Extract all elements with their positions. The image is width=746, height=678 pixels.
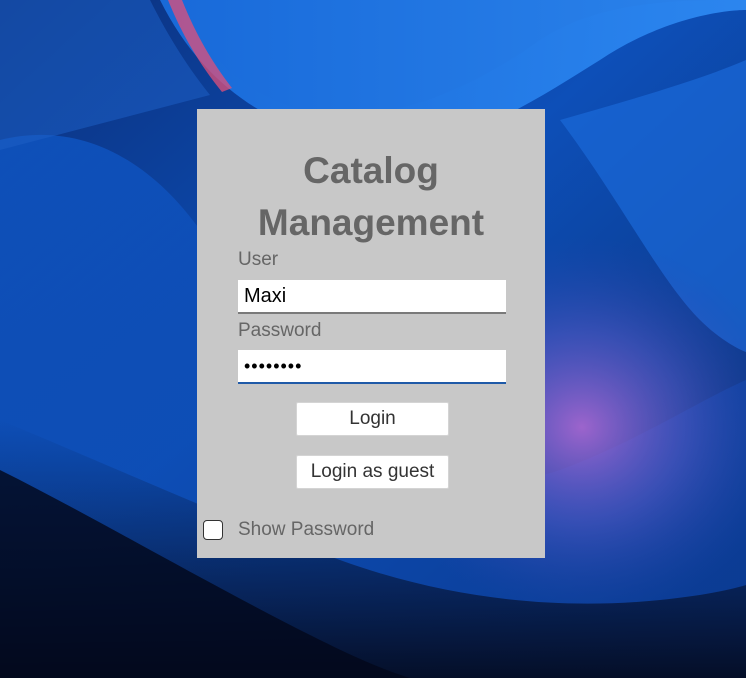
password-input[interactable] bbox=[238, 350, 506, 384]
login-dialog: Catalog Management User Password Login L… bbox=[197, 109, 545, 558]
checkbox-icon[interactable] bbox=[203, 520, 223, 540]
login-as-guest-button[interactable]: Login as guest bbox=[296, 455, 449, 489]
user-input[interactable] bbox=[238, 280, 506, 314]
show-password-checkbox[interactable]: Show Password bbox=[203, 517, 374, 543]
app-title: Catalog Management bbox=[257, 150, 485, 243]
desktop: Catalog Management User Password Login L… bbox=[0, 0, 746, 678]
login-button[interactable]: Login bbox=[296, 402, 449, 436]
password-label: Password bbox=[238, 320, 322, 341]
user-label: User bbox=[238, 249, 279, 270]
show-password-label[interactable]: Show Password bbox=[238, 519, 374, 541]
